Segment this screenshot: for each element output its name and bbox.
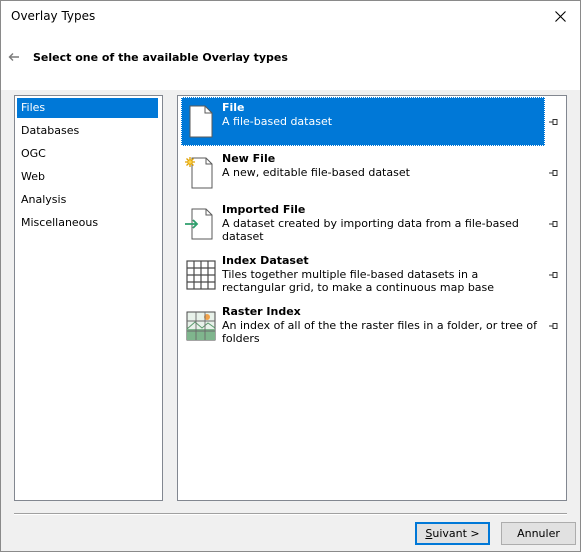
raster-index-icon (186, 311, 216, 341)
category-label: Analysis (21, 193, 67, 206)
overlay-item-description: A new, editable file-based dataset (222, 166, 410, 179)
overlay-type-list[interactable]: File A file-based dataset New File A new… (177, 95, 567, 501)
title-bar: Overlay Types (1, 1, 580, 32)
category-item-web[interactable]: Web (17, 167, 158, 187)
overlay-item-description: A dataset created by importing data from… (222, 217, 519, 243)
category-item-databases[interactable]: Databases (17, 121, 158, 141)
category-label: Databases (21, 124, 80, 137)
import-document-icon (185, 208, 213, 240)
pin-icon[interactable] (549, 118, 559, 126)
overlay-item-title: New File (222, 152, 276, 165)
grid-icon (186, 260, 216, 290)
overlay-item-title: Raster Index (222, 305, 301, 318)
category-item-miscellaneous[interactable]: Miscellaneous (17, 213, 158, 233)
category-label: Miscellaneous (21, 216, 99, 229)
pin-icon[interactable] (549, 322, 559, 330)
category-item-files[interactable]: Files (17, 98, 158, 118)
wizard-instruction: Select one of the available Overlay type… (33, 51, 288, 64)
category-label: Web (21, 170, 45, 183)
overlay-item-description: A file-based dataset (222, 115, 333, 128)
overlay-item-raster-index[interactable]: Raster Index An index of all of the the … (181, 301, 545, 350)
overlay-item-file[interactable]: File A file-based dataset (181, 97, 545, 146)
pin-icon[interactable] (549, 271, 559, 279)
category-list[interactable]: Files Databases OGC Web Analysis Miscell… (14, 95, 163, 501)
category-label: OGC (21, 147, 46, 160)
close-button[interactable] (540, 1, 580, 32)
back-arrow-icon[interactable] (8, 52, 20, 62)
footer-divider (14, 513, 567, 515)
cancel-button[interactable]: Annuler (501, 522, 576, 545)
category-item-analysis[interactable]: Analysis (17, 190, 158, 210)
overlay-item-imported-file[interactable]: Imported File A dataset created by impor… (181, 199, 545, 248)
category-label: Files (21, 101, 46, 114)
overlay-item-title: Imported File (222, 203, 306, 216)
next-button[interactable]: Suivant > (415, 522, 490, 545)
close-icon (554, 11, 566, 22)
document-icon (189, 105, 213, 138)
overlay-types-dialog: Overlay Types Select one of the availabl… (0, 0, 581, 552)
overlay-item-title: Index Dataset (222, 254, 309, 267)
overlay-item-description: Tiles together multiple file-based datas… (222, 268, 495, 294)
new-document-icon (185, 157, 213, 189)
cancel-button-label: Annuler (517, 527, 560, 540)
window-title: Overlay Types (11, 9, 96, 23)
next-button-label: uivant > (432, 527, 480, 540)
overlay-item-new-file[interactable]: New File A new, editable file-based data… (181, 148, 545, 197)
overlay-item-description: An index of all of the the raster files … (222, 319, 537, 345)
pin-icon[interactable] (549, 220, 559, 228)
overlay-item-title: File (222, 101, 245, 114)
category-item-ogc[interactable]: OGC (17, 144, 158, 164)
pin-icon[interactable] (549, 169, 559, 177)
wizard-header: Select one of the available Overlay type… (1, 32, 580, 90)
overlay-item-index-dataset[interactable]: Index Dataset Tiles together multiple fi… (181, 250, 545, 299)
